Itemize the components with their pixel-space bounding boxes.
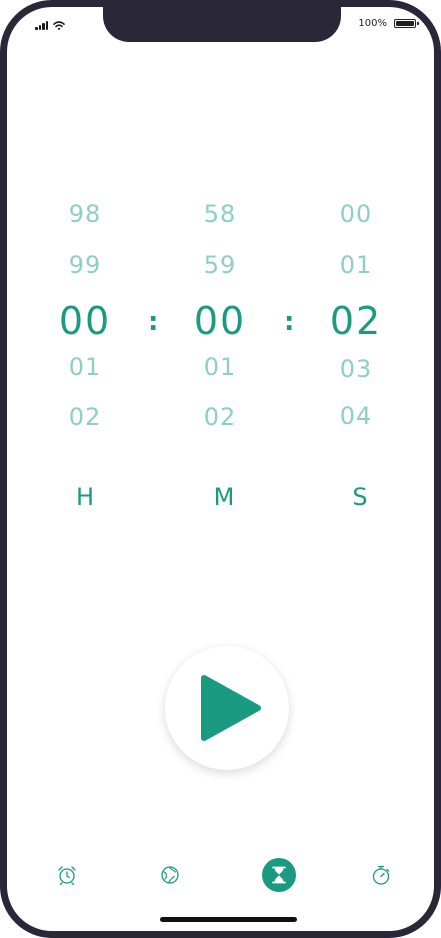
- stopwatch-icon: [372, 865, 390, 885]
- seconds-option[interactable]: 03: [316, 355, 396, 383]
- play-icon: [201, 675, 261, 741]
- time-separator: :: [148, 307, 159, 337]
- hourglass-icon: [272, 866, 286, 884]
- wifi-icon: [53, 21, 65, 30]
- hours-option[interactable]: 98: [45, 200, 125, 228]
- notch: [103, 7, 341, 42]
- minutes-option[interactable]: 01: [180, 353, 260, 381]
- hours-option[interactable]: 02: [45, 403, 125, 431]
- hours-option[interactable]: 99: [45, 251, 125, 279]
- minutes-option[interactable]: 58: [180, 200, 260, 228]
- phone-frame: 100% 98 99 00 01 02 : 58 59 00 01 02 : 0…: [0, 0, 441, 938]
- world-clock-icon: [161, 866, 179, 884]
- hours-selected[interactable]: 00: [45, 299, 125, 343]
- minutes-option[interactable]: 02: [180, 403, 260, 431]
- seconds-selected[interactable]: 02: [316, 299, 396, 343]
- tab-alarm[interactable]: [50, 858, 84, 892]
- alarm-clock-icon: [58, 866, 76, 886]
- battery-icon: [394, 19, 419, 28]
- minutes-selected[interactable]: 00: [180, 299, 260, 343]
- status-right: 100%: [358, 18, 419, 29]
- seconds-option[interactable]: 01: [316, 251, 396, 279]
- seconds-unit-label: S: [352, 483, 368, 511]
- battery-percent: 100%: [358, 18, 387, 29]
- signal-icon: [35, 21, 48, 30]
- home-indicator[interactable]: [160, 917, 297, 922]
- tab-stopwatch[interactable]: [364, 858, 398, 892]
- status-left: [35, 21, 65, 30]
- minutes-unit-label: M: [213, 483, 235, 511]
- hours-option[interactable]: 01: [45, 353, 125, 381]
- seconds-option[interactable]: 00: [316, 200, 396, 228]
- tab-world-clock[interactable]: [153, 858, 187, 892]
- tab-timer[interactable]: [262, 858, 296, 892]
- seconds-option[interactable]: 04: [316, 402, 396, 430]
- play-button[interactable]: [165, 646, 289, 770]
- minutes-option[interactable]: 59: [180, 251, 260, 279]
- time-separator: :: [284, 307, 295, 337]
- hours-unit-label: H: [75, 483, 95, 511]
